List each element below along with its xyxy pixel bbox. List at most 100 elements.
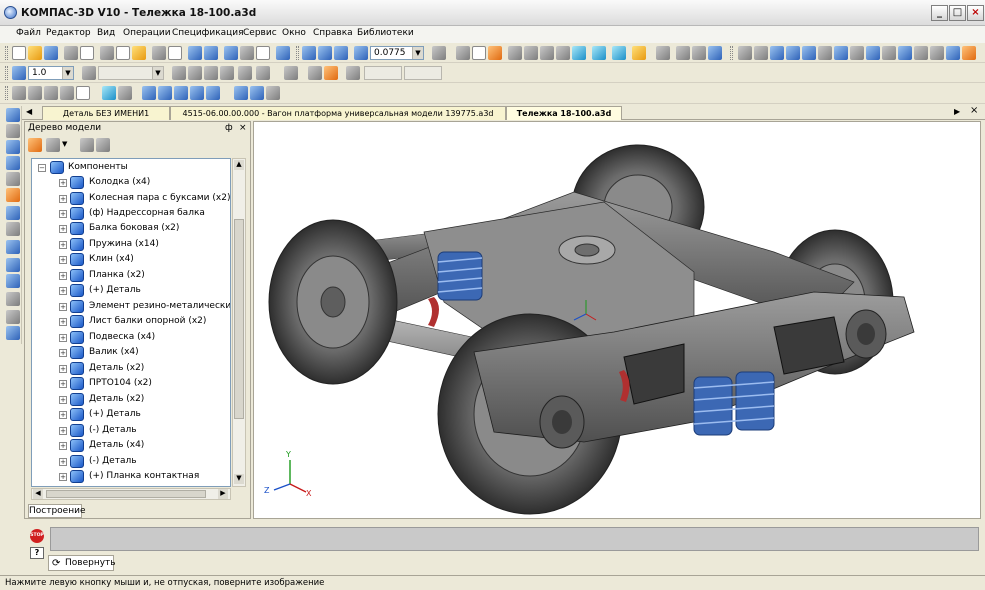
grid-dots-icon[interactable] — [256, 66, 270, 80]
show-all-icon[interactable] — [472, 46, 486, 60]
zoom-select[interactable]: 0.0775 ▼ — [370, 46, 424, 60]
expand-icon[interactable]: + — [59, 287, 67, 295]
expand-icon[interactable]: + — [59, 272, 67, 280]
angle-icon[interactable] — [308, 66, 322, 80]
dimensions-icon[interactable] — [6, 124, 20, 138]
edit-icon[interactable] — [6, 140, 20, 154]
stop-icon[interactable]: STOP — [30, 529, 44, 543]
expand-icon[interactable]: + — [59, 195, 67, 203]
local-cs-icon[interactable] — [188, 66, 202, 80]
scroll-thumb[interactable] — [234, 219, 244, 419]
expand-icon[interactable]: + — [59, 241, 67, 249]
snap-toggle-icon[interactable] — [220, 66, 234, 80]
halftone-icon[interactable] — [572, 46, 586, 60]
menu-edit[interactable]: Редактор — [46, 28, 91, 38]
wireframe-icon[interactable] — [508, 46, 522, 60]
view-l-icon[interactable] — [206, 86, 220, 100]
scroll-up-icon[interactable]: ▲ — [234, 160, 244, 170]
scroll-left-icon[interactable]: ◀ — [33, 489, 43, 499]
tabs-scroll-left-icon[interactable]: ◀ — [26, 107, 32, 116]
expand-icon[interactable]: + — [59, 396, 67, 404]
expand-icon[interactable]: + — [59, 380, 67, 388]
expand-icon[interactable]: + — [59, 427, 67, 435]
tree-horizontal-scrollbar[interactable]: ◀ ▶ — [31, 488, 231, 500]
tab-wagon-platform[interactable]: 4515-06.00.00.000 - Вагон платформа унив… — [170, 106, 506, 120]
expand-icon[interactable]: + — [59, 458, 67, 466]
tab-close-icon[interactable]: × — [970, 105, 978, 116]
layer-icon[interactable] — [82, 66, 96, 80]
halftone-edges-icon[interactable] — [592, 46, 606, 60]
no-hidden-icon[interactable] — [556, 46, 570, 60]
tool-a-icon[interactable] — [738, 46, 752, 60]
view-h-icon[interactable] — [142, 86, 156, 100]
tool-e-icon[interactable] — [802, 46, 816, 60]
coord-y-field[interactable] — [404, 66, 442, 80]
arrays-icon[interactable] — [6, 274, 20, 288]
hidden-thin-icon[interactable] — [540, 46, 554, 60]
tool-m-icon[interactable] — [930, 46, 944, 60]
reports-icon[interactable] — [6, 222, 20, 236]
layer-select[interactable]: ▼ — [98, 66, 164, 80]
layers-icon[interactable] — [656, 46, 670, 60]
format-icon[interactable] — [152, 46, 166, 60]
params-icon[interactable] — [6, 156, 20, 170]
chevron-down-icon[interactable]: ▼ — [62, 67, 73, 79]
properties-icon[interactable] — [168, 46, 182, 60]
cut-icon[interactable] — [100, 46, 114, 60]
tool-h-icon[interactable] — [850, 46, 864, 60]
tree-props-icon[interactable] — [80, 138, 94, 152]
bogie-model-render[interactable]: Y Z X — [254, 122, 981, 519]
redo-icon[interactable] — [204, 46, 218, 60]
menu-operations[interactable]: Операции — [123, 28, 171, 38]
grid-icon[interactable] — [172, 66, 186, 80]
assembly-icon[interactable] — [6, 240, 20, 254]
panel-close-icon[interactable]: × — [239, 122, 247, 135]
library-icon[interactable] — [6, 326, 20, 340]
view-m-icon[interactable] — [234, 86, 248, 100]
rotate-icon[interactable] — [488, 46, 502, 60]
zoom-out-icon[interactable] — [334, 46, 348, 60]
aux-geometry-icon[interactable] — [6, 292, 20, 306]
close-button[interactable]: × — [967, 5, 984, 21]
toolbar-grip[interactable] — [5, 46, 8, 60]
orientation-icon[interactable] — [432, 46, 446, 60]
expand-icon[interactable]: + — [59, 225, 67, 233]
menu-view[interactable]: Вид — [97, 28, 115, 38]
menu-window[interactable]: Окно — [282, 28, 306, 38]
model-tree-icon[interactable] — [12, 86, 26, 100]
measure-icon[interactable] — [676, 46, 690, 60]
maximize-button[interactable]: □ — [949, 5, 966, 21]
help-pointer-icon[interactable] — [276, 46, 290, 60]
view-e-icon[interactable] — [76, 86, 90, 100]
view-k-icon[interactable] — [190, 86, 204, 100]
save-icon[interactable] — [44, 46, 58, 60]
preview-icon[interactable] — [80, 46, 94, 60]
scroll-thumb[interactable] — [46, 490, 206, 498]
sheet-metal-icon[interactable] — [6, 310, 20, 324]
copy-icon[interactable] — [116, 46, 130, 60]
tab-bogie[interactable]: Тележка 18-100.a3d — [506, 106, 622, 120]
expand-icon[interactable]: + — [59, 334, 67, 342]
tool-f-icon[interactable] — [818, 46, 832, 60]
tabs-scroll-right-icon[interactable]: ▶ — [954, 107, 960, 116]
view-b-icon[interactable] — [28, 86, 42, 100]
section-icon[interactable] — [632, 46, 646, 60]
line-scale-select[interactable]: 1.0 ▼ — [28, 66, 74, 80]
model-viewport[interactable]: Y Z X — [253, 121, 981, 519]
manager-icon[interactable] — [224, 46, 238, 60]
view-n-icon[interactable] — [250, 86, 264, 100]
hidden-lines-icon[interactable] — [524, 46, 538, 60]
tool-c-icon[interactable] — [770, 46, 784, 60]
zoom-in-icon[interactable] — [302, 46, 316, 60]
tool-b-icon[interactable] — [754, 46, 768, 60]
select-icon[interactable] — [6, 188, 20, 202]
toolbar-grip[interactable] — [5, 66, 8, 80]
view-g-icon[interactable] — [118, 86, 132, 100]
expand-icon[interactable]: + — [59, 210, 67, 218]
spec-icon[interactable] — [6, 206, 20, 220]
tool-k-icon[interactable] — [898, 46, 912, 60]
expand-icon[interactable]: + — [59, 442, 67, 450]
coords-icon[interactable] — [346, 66, 360, 80]
tool-o-icon[interactable] — [962, 46, 976, 60]
fx-icon[interactable] — [256, 46, 270, 60]
